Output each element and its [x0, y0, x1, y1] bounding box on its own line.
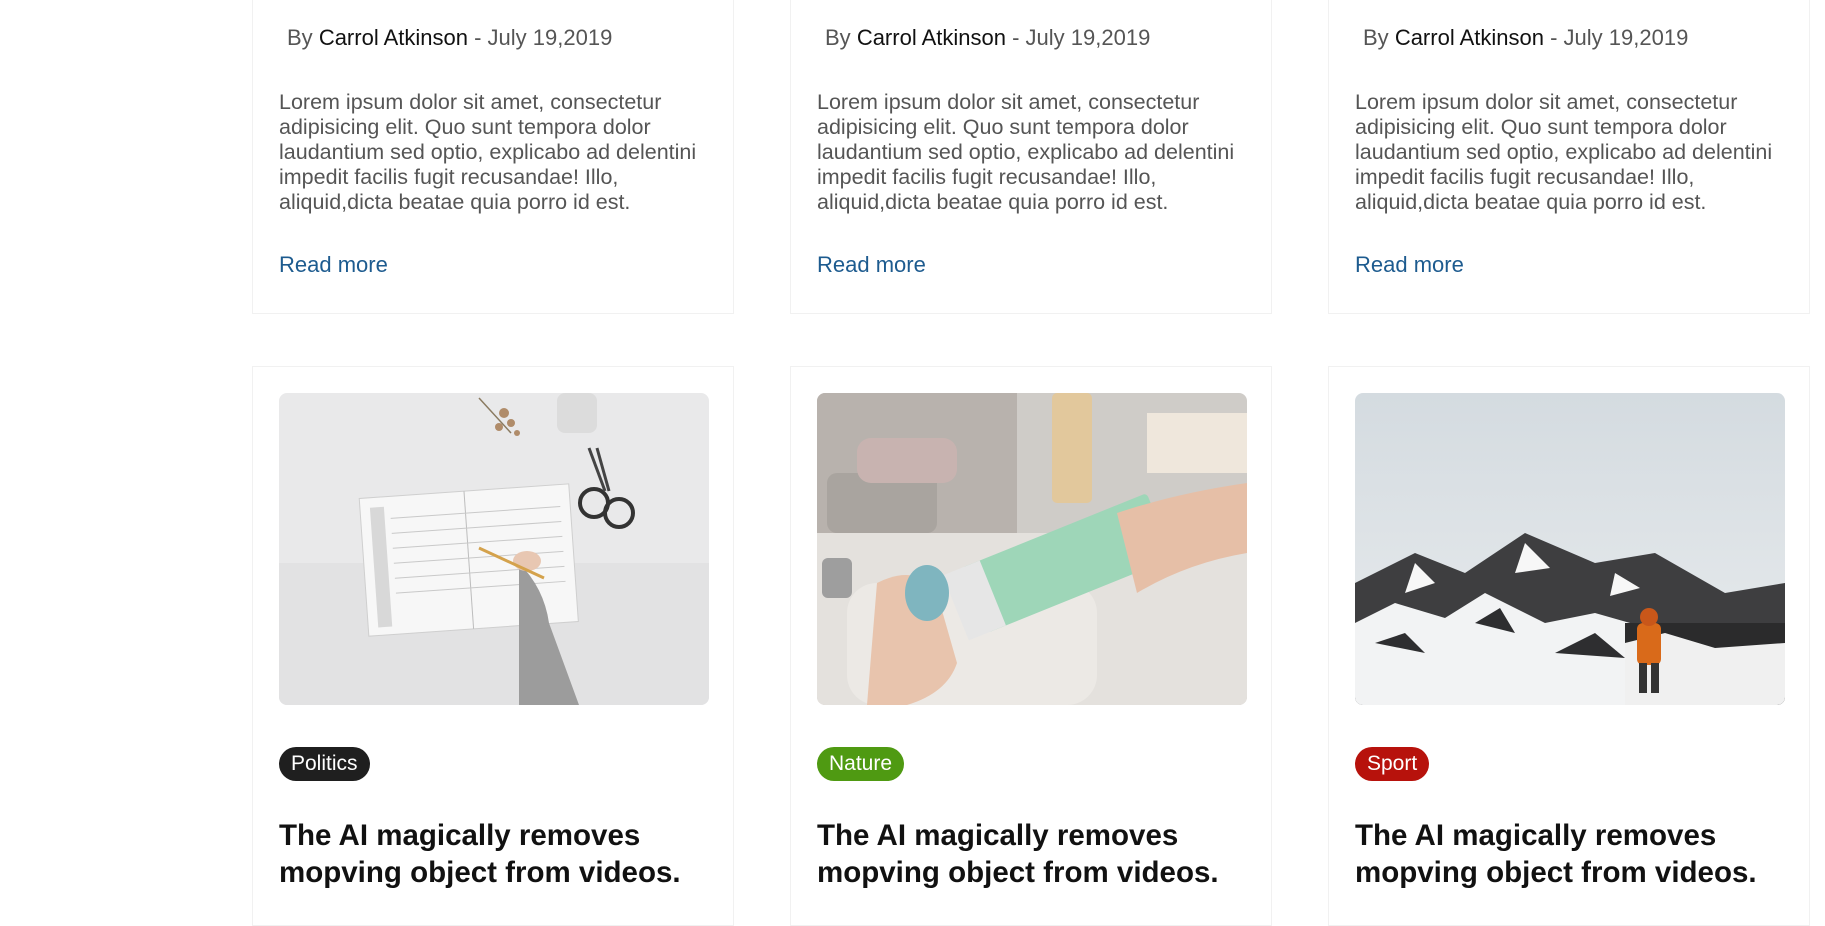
hands-holding-box-image [817, 393, 1247, 705]
category-badge-sport[interactable]: Sport [1355, 747, 1430, 781]
post-card: By Carrol Atkinson - July 19,2019 Lorem … [252, 0, 734, 314]
post-meta: By Carrol Atkinson - July 19,2019 [825, 25, 1150, 51]
post-meta: By Carrol Atkinson - July 19,2019 [287, 25, 612, 51]
post-excerpt: Lorem ipsum dolor sit amet, consectetur … [279, 90, 697, 214]
read-more-link[interactable]: Read more [279, 252, 388, 278]
post-excerpt: Lorem ipsum dolor sit amet, consectetur … [1355, 90, 1773, 214]
author-link[interactable]: Carrol Atkinson [319, 25, 468, 50]
post-card: Sport The AI magically removes mopving o… [1328, 366, 1810, 926]
snowy-mountain-hiker-image [1355, 393, 1785, 705]
post-title[interactable]: The AI magically removes mopving object … [1355, 817, 1795, 891]
post-date: - July 19,2019 [468, 25, 613, 50]
post-title[interactable]: The AI magically removes mopving object … [817, 817, 1257, 891]
planner-writing-image [279, 393, 709, 705]
post-excerpt: Lorem ipsum dolor sit amet, consectetur … [817, 90, 1235, 214]
post-card: By Carrol Atkinson - July 19,2019 Lorem … [1328, 0, 1810, 314]
post-meta: By Carrol Atkinson - July 19,2019 [1363, 25, 1688, 51]
post-card: Politics The AI magically removes mopvin… [252, 366, 734, 926]
meta-by: By [287, 25, 313, 50]
author-link[interactable]: Carrol Atkinson [857, 25, 1006, 50]
category-badge-politics[interactable]: Politics [279, 747, 370, 781]
post-date: - July 19,2019 [1544, 25, 1689, 50]
read-more-link[interactable]: Read more [817, 252, 926, 278]
post-title[interactable]: The AI magically removes mopving object … [279, 817, 719, 891]
post-date: - July 19,2019 [1006, 25, 1151, 50]
meta-by: By [825, 25, 851, 50]
read-more-link[interactable]: Read more [1355, 252, 1464, 278]
post-thumbnail[interactable] [817, 393, 1247, 705]
post-thumbnail[interactable] [1355, 393, 1785, 705]
category-badge-nature[interactable]: Nature [817, 747, 905, 781]
meta-by: By [1363, 25, 1389, 50]
post-card: Nature The AI magically removes mopving … [790, 366, 1272, 926]
post-thumbnail[interactable] [279, 393, 709, 705]
post-card: By Carrol Atkinson - July 19,2019 Lorem … [790, 0, 1272, 314]
author-link[interactable]: Carrol Atkinson [1395, 25, 1544, 50]
